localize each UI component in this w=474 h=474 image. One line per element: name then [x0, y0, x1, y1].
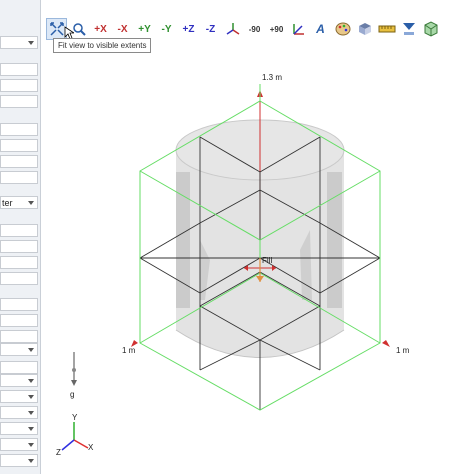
axis-y-label: Y	[72, 413, 78, 422]
property-field[interactable]	[0, 95, 38, 108]
view-minus-x-button[interactable]: -X	[112, 18, 133, 40]
property-field[interactable]	[0, 155, 38, 168]
property-field[interactable]	[0, 314, 38, 327]
rotate-cw-icon: +90	[269, 24, 284, 34]
property-dropdown[interactable]	[0, 438, 38, 451]
color-palette-button[interactable]	[332, 18, 353, 40]
fill-label: Fill	[262, 256, 272, 265]
view-plus-z-button[interactable]: +Z	[178, 18, 199, 40]
font-icon: A	[316, 22, 325, 36]
property-field[interactable]	[0, 123, 38, 136]
view-plus-z-icon: +Z	[182, 23, 195, 35]
axis-triad: Y X Z	[56, 413, 94, 457]
palette-icon	[335, 22, 350, 36]
fill-icon	[402, 23, 415, 35]
view-isometric-icon	[226, 23, 239, 35]
rotate-cw-button[interactable]: +90	[266, 18, 287, 40]
property-dropdown[interactable]	[0, 406, 38, 419]
zoom-extents-tooltip: Fit view to visible extents	[53, 38, 152, 53]
font-button[interactable]: A	[310, 18, 331, 40]
scene-canvas[interactable]: Fill 1.3 m 1 m 1 m g Y X Z	[40, 0, 474, 474]
ruler-button[interactable]	[376, 18, 397, 40]
property-dropdown[interactable]	[0, 454, 38, 467]
property-field[interactable]	[0, 256, 38, 269]
box-icon	[424, 21, 437, 37]
axes-toggle-button[interactable]	[288, 18, 309, 40]
view-minus-y-icon: -Y	[161, 23, 172, 35]
box-view-button[interactable]	[420, 18, 441, 40]
view-minus-z-icon: -Z	[205, 23, 216, 35]
projection-button[interactable]	[354, 18, 375, 40]
property-field[interactable]	[0, 330, 38, 343]
filter-dropdown-value: ter	[2, 198, 13, 208]
height-dimension-label: 1.3 m	[262, 73, 282, 82]
axis-x-label: X	[88, 443, 94, 452]
view-plus-x-icon: +X	[94, 23, 107, 35]
view-plus-y-button[interactable]: +Y	[134, 18, 155, 40]
property-field[interactable]	[0, 272, 38, 285]
property-field[interactable]	[0, 240, 38, 253]
property-field[interactable]	[0, 361, 38, 374]
property-field[interactable]	[0, 171, 38, 184]
view-isometric-button[interactable]	[222, 18, 243, 40]
properties-panel: ter	[0, 0, 41, 474]
width-dimension-label-right: 1 m	[396, 346, 410, 355]
rotate-ccw-icon: -90	[248, 24, 261, 34]
view-minus-x-icon: -X	[117, 23, 128, 35]
property-field[interactable]	[0, 298, 38, 311]
view-plus-x-button[interactable]: +X	[90, 18, 111, 40]
3d-viewport[interactable]: Fill 1.3 m 1 m 1 m g Y X Z	[40, 0, 474, 474]
property-dropdown[interactable]	[0, 343, 38, 356]
projection-icon	[358, 23, 371, 35]
property-dropdown[interactable]	[0, 374, 38, 387]
view-minus-y-button[interactable]: -Y	[156, 18, 177, 40]
axes-icon	[292, 24, 304, 35]
rotate-ccw-button[interactable]: -90	[244, 18, 265, 40]
filter-dropdown[interactable]: ter	[0, 196, 38, 209]
gravity-indicator: g	[70, 352, 77, 399]
fill-button[interactable]	[398, 18, 419, 40]
zoom-extents-icon	[49, 22, 64, 36]
width-dimension-label-left: 1 m	[122, 346, 136, 355]
property-field[interactable]	[0, 224, 38, 237]
property-dropdown[interactable]	[0, 36, 38, 49]
property-field[interactable]	[0, 79, 38, 92]
property-field[interactable]	[0, 139, 38, 152]
property-dropdown[interactable]	[0, 422, 38, 435]
view-minus-z-button[interactable]: -Z	[200, 18, 221, 40]
gravity-label: g	[70, 390, 74, 399]
ruler-icon	[378, 25, 395, 33]
property-dropdown[interactable]	[0, 390, 38, 403]
dimension-arrow-icon	[382, 340, 390, 347]
property-field[interactable]	[0, 63, 38, 76]
view-plus-y-icon: +Y	[138, 23, 151, 35]
axis-z-label: Z	[56, 448, 61, 457]
